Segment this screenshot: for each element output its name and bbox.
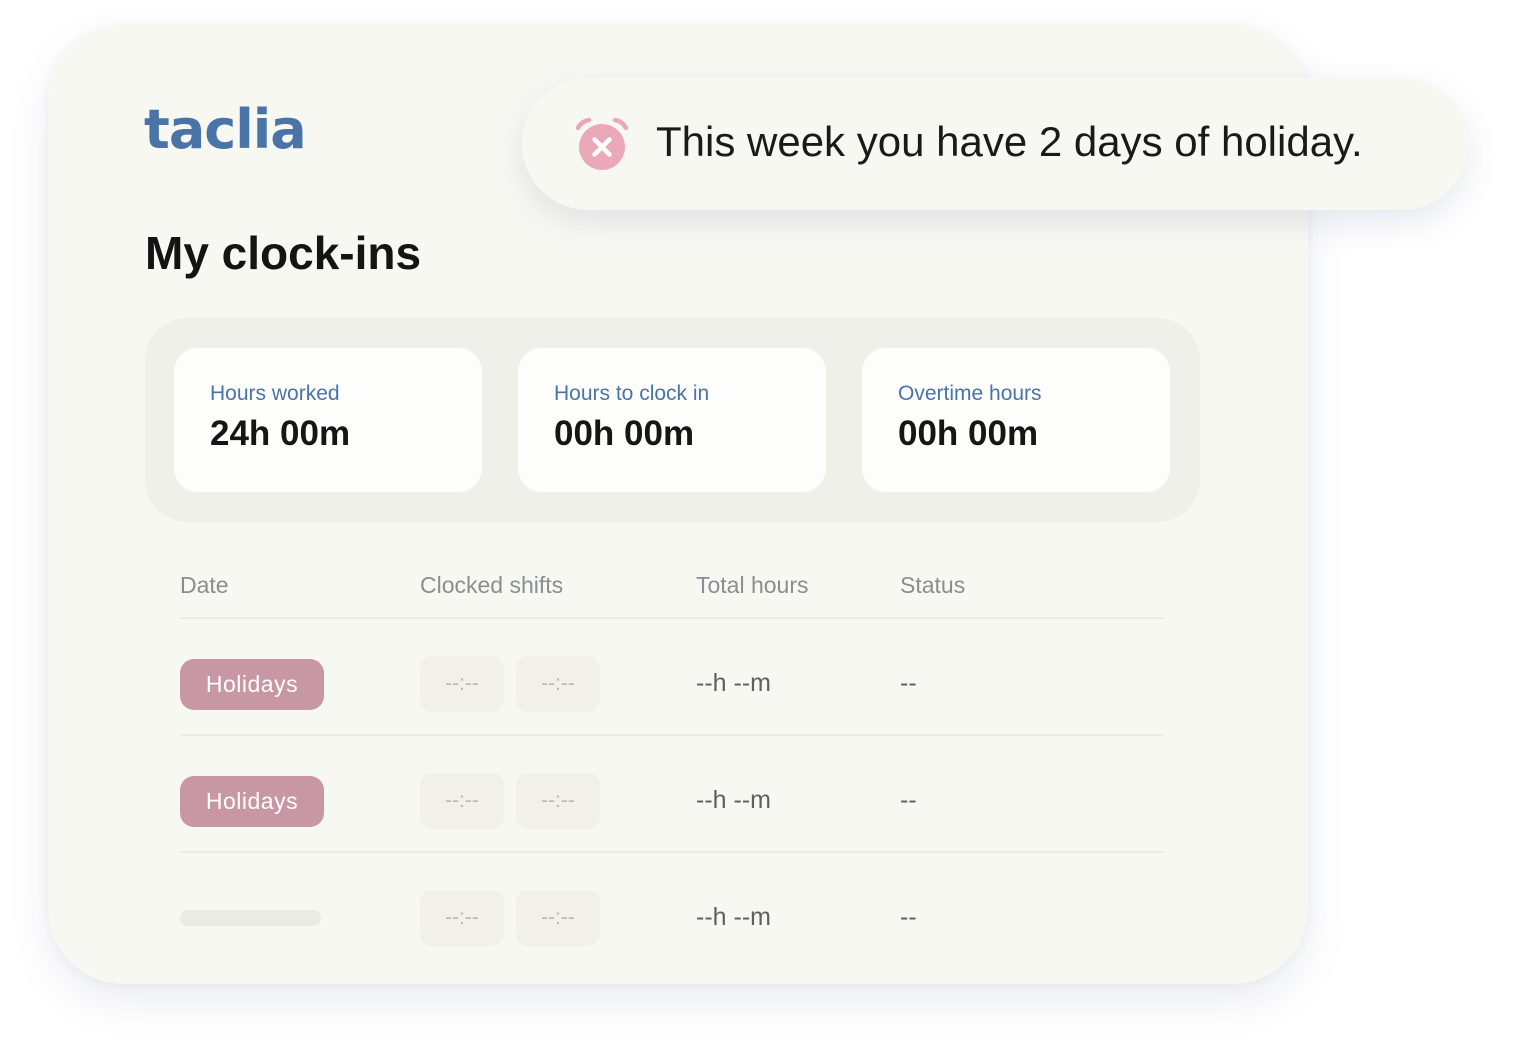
stat-value: 00h 00m [898,414,1039,453]
holiday-badge: Holidays [180,659,324,710]
total-hours-cell: --h --m [696,669,771,697]
shift-clock-out[interactable]: --:-- [516,656,600,712]
status-cell: -- [900,903,917,931]
total-hours-cell: --h --m [696,786,771,814]
status-cell: -- [900,786,917,814]
shift-clock-out[interactable]: --:-- [516,773,600,829]
stat-label: Hours to clock in [554,382,710,405]
stat-label: Overtime hours [898,382,1042,405]
column-header-date[interactable]: Date [180,572,229,599]
stat-value: 00h 00m [554,414,695,453]
shift-clock-in[interactable]: --:-- [420,773,504,829]
stat-card-hours-worked: Hours worked 24h 00m [174,348,482,492]
notification-message: This week you have 2 days of holiday. [656,118,1363,165]
stage: taclia This week you have 2 days of holi… [0,0,1530,1056]
table-divider [180,617,1164,619]
stats-summary: Hours worked 24h 00m Hours to clock in 0… [145,318,1200,522]
shift-clock-in[interactable]: --:-- [420,890,504,946]
shift-clock-in[interactable]: --:-- [420,656,504,712]
stat-card-overtime-hours: Overtime hours 00h 00m [862,348,1170,492]
page-title: My clock-ins [145,227,422,279]
stat-label: Hours worked [210,382,340,405]
column-header-status[interactable]: Status [900,572,965,599]
date-placeholder [180,910,321,926]
stat-card-hours-to-clock-in: Hours to clock in 00h 00m [518,348,826,492]
alarm-clock-cancel-icon [575,117,629,170]
status-cell: -- [900,669,917,697]
taclia-logo[interactable]: taclia [144,98,307,161]
stat-value: 24h 00m [210,414,351,453]
table-divider [180,734,1164,736]
table-divider [180,851,1164,853]
column-header-total-hours[interactable]: Total hours [696,572,809,599]
holiday-badge: Holidays [180,776,324,827]
shift-clock-out[interactable]: --:-- [516,890,600,946]
total-hours-cell: --h --m [696,903,771,931]
holiday-notification[interactable]: This week you have 2 days of holiday. [522,78,1468,210]
column-header-clocked-shifts[interactable]: Clocked shifts [420,572,563,599]
